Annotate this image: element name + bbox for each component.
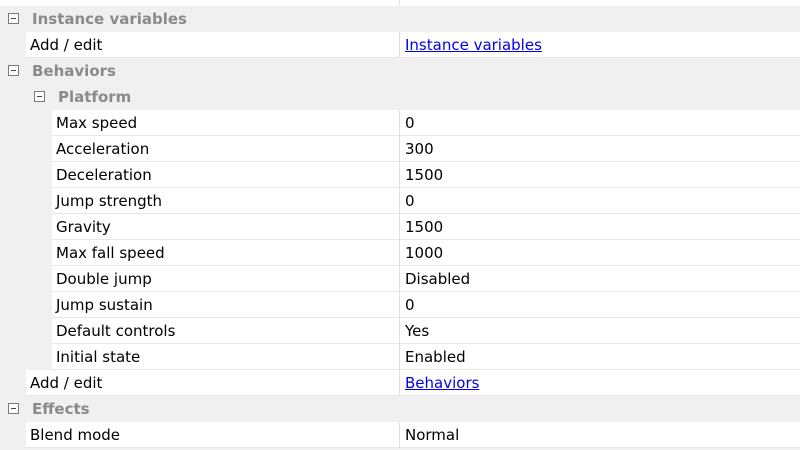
property-name-cell: Gravity	[52, 214, 399, 240]
section-title: Instance variables	[32, 10, 187, 28]
property-name-cell: Double jump	[52, 266, 399, 292]
property-name: Jump sustain	[56, 296, 153, 314]
property-name: Gravity	[56, 218, 111, 236]
property-value[interactable]: 1500	[405, 166, 443, 184]
property-value-cell[interactable]: 1500	[399, 162, 800, 188]
property-value[interactable]: Yes	[405, 322, 429, 340]
property-row-deceleration[interactable]: Deceleration 1500	[0, 162, 800, 188]
property-value-cell[interactable]: 0	[399, 110, 800, 136]
property-row-max-speed[interactable]: Max speed 0	[0, 110, 800, 136]
behaviors-add-edit-row[interactable]: Add / edit Behaviors	[0, 370, 800, 396]
collapse-icon[interactable]	[34, 91, 45, 102]
property-name: Add / edit	[30, 374, 103, 392]
section-title: Behaviors	[32, 62, 116, 80]
property-value-cell[interactable]: Behaviors	[399, 370, 800, 396]
property-row-default-controls[interactable]: Default controls Yes	[0, 318, 800, 344]
property-row-max-fall-speed[interactable]: Max fall speed 1000	[0, 240, 800, 266]
property-name-cell: Default controls	[52, 318, 399, 344]
property-value[interactable]: Enabled	[405, 348, 466, 366]
property-value[interactable]: 0	[405, 296, 415, 314]
property-row-blend-mode[interactable]: Blend mode Normal	[0, 422, 800, 448]
collapse-icon[interactable]	[8, 403, 19, 414]
property-name-cell: Jump strength	[52, 188, 399, 214]
property-row-gravity[interactable]: Gravity 1500	[0, 214, 800, 240]
property-value-cell[interactable]: 300	[399, 136, 800, 162]
property-value[interactable]: 300	[405, 140, 434, 158]
property-value-cell[interactable]: Normal	[399, 422, 800, 448]
property-name-cell: Jump sustain	[52, 292, 399, 318]
property-row-initial-state[interactable]: Initial state Enabled	[0, 344, 800, 370]
property-name-cell: Acceleration	[52, 136, 399, 162]
behaviors-link[interactable]: Behaviors	[405, 374, 479, 392]
property-value-cell[interactable]: 1500	[399, 214, 800, 240]
property-name-cell: Blend mode	[26, 422, 399, 448]
property-name: Double jump	[56, 270, 152, 288]
property-value[interactable]: 0	[405, 114, 415, 132]
property-value-cell[interactable]: 0	[399, 188, 800, 214]
subsection-title: Platform	[58, 88, 132, 106]
property-value-cell[interactable]: Enabled	[399, 344, 800, 370]
property-name: Add / edit	[30, 36, 103, 54]
section-instance-variables[interactable]: Instance variables	[0, 6, 800, 32]
property-name: Initial state	[56, 348, 141, 366]
properties-grid: Instance variables Add / edit Instance v…	[0, 0, 800, 450]
section-effects[interactable]: Effects	[0, 396, 800, 422]
section-title: Effects	[32, 400, 90, 418]
collapse-icon[interactable]	[8, 65, 19, 76]
property-name-cell: Initial state	[52, 344, 399, 370]
property-value-cell[interactable]: 1000	[399, 240, 800, 266]
property-value[interactable]: 1500	[405, 218, 443, 236]
property-name-cell: Deceleration	[52, 162, 399, 188]
section-behaviors[interactable]: Behaviors	[0, 58, 800, 84]
property-value-cell[interactable]: 0	[399, 292, 800, 318]
property-name: Blend mode	[30, 426, 121, 444]
property-name-cell: Add / edit	[26, 32, 399, 58]
instance-variables-add-edit-row[interactable]: Add / edit Instance variables	[0, 32, 800, 58]
instance-variables-link[interactable]: Instance variables	[405, 36, 542, 54]
property-name: Acceleration	[56, 140, 150, 158]
property-row-jump-strength[interactable]: Jump strength 0	[0, 188, 800, 214]
property-name: Max speed	[56, 114, 138, 132]
property-name: Default controls	[56, 322, 176, 340]
subsection-platform[interactable]: Platform	[0, 84, 800, 110]
property-row-acceleration[interactable]: Acceleration 300	[0, 136, 800, 162]
property-value-cell[interactable]: Yes	[399, 318, 800, 344]
property-value-cell[interactable]: Instance variables	[399, 32, 800, 58]
property-row-double-jump[interactable]: Double jump Disabled	[0, 266, 800, 292]
property-value[interactable]: 1000	[405, 244, 443, 262]
property-name-cell: Max speed	[52, 110, 399, 136]
property-name: Max fall speed	[56, 244, 165, 262]
property-value[interactable]: 0	[405, 192, 415, 210]
property-name-cell: Max fall speed	[52, 240, 399, 266]
property-row-jump-sustain[interactable]: Jump sustain 0	[0, 292, 800, 318]
property-value[interactable]: Normal	[405, 426, 459, 444]
property-value[interactable]: Disabled	[405, 270, 470, 288]
property-name: Jump strength	[56, 192, 163, 210]
property-value-cell[interactable]: Disabled	[399, 266, 800, 292]
collapse-icon[interactable]	[8, 13, 19, 24]
property-name-cell: Add / edit	[26, 370, 399, 396]
property-name: Deceleration	[56, 166, 152, 184]
